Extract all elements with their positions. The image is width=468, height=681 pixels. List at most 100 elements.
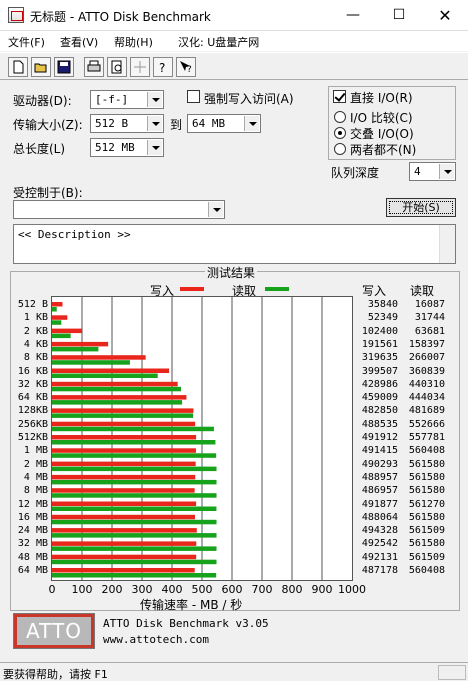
- chart-svg: [52, 297, 323, 580]
- chevron-down-icon[interactable]: [244, 116, 259, 131]
- write-bar: [52, 328, 82, 334]
- read-value: 63681: [414, 325, 445, 337]
- row-label: 16 KB: [17, 365, 48, 377]
- read-bar: [52, 440, 216, 445]
- read-bar: [52, 373, 158, 378]
- read-value: 440310: [408, 378, 445, 390]
- row-label: 4 KB: [23, 338, 48, 350]
- write-value: 491912: [361, 432, 398, 443]
- row-label: 1 KB: [23, 312, 48, 324]
- write-value: 102400: [361, 325, 398, 337]
- overlap-io-radio[interactable]: [334, 127, 346, 139]
- read-value: 552666: [408, 418, 445, 430]
- write-bar: [52, 368, 170, 373]
- help-icon[interactable]: ?: [153, 57, 173, 77]
- read-value: 561270: [408, 498, 445, 510]
- transfer-size-to-select[interactable]: 64 MB: [187, 114, 261, 133]
- maximize-button[interactable]: ☐: [376, 0, 422, 31]
- row-label: 2 KB: [23, 325, 48, 337]
- open-folder-icon[interactable]: [31, 57, 51, 77]
- read-bar: [52, 479, 217, 485]
- write-value: 492542: [361, 538, 398, 550]
- print-icon[interactable]: [84, 57, 104, 77]
- minimize-button[interactable]: —: [330, 0, 376, 31]
- x-tick-label: 900: [311, 583, 333, 596]
- save-icon[interactable]: [54, 57, 74, 77]
- context-help-icon[interactable]: ?: [176, 57, 196, 77]
- write-value: 488957: [361, 471, 398, 483]
- app-icon: [8, 7, 24, 23]
- website-link[interactable]: www.attotech.com: [103, 633, 209, 646]
- close-button[interactable]: ✕: [422, 0, 468, 31]
- controlled-by-label: 受控制于(B):: [13, 186, 83, 200]
- neither-radio[interactable]: [334, 143, 346, 155]
- read-value: 561580: [408, 511, 445, 523]
- start-button[interactable]: 开始(S): [386, 198, 456, 217]
- write-legend-swatch: [180, 287, 204, 291]
- title-bar: 无标题 - ATTO Disk Benchmark — ☐ ✕: [0, 0, 468, 31]
- controlled-by-select[interactable]: [13, 200, 225, 219]
- row-label: 32 KB: [17, 378, 48, 390]
- read-value: 561509: [408, 551, 445, 563]
- write-value: 487178: [361, 565, 398, 576]
- window-title: 无标题 - ATTO Disk Benchmark: [30, 10, 211, 24]
- row-label: 32 MB: [17, 538, 48, 550]
- chevron-down-icon[interactable]: [208, 202, 223, 217]
- row-label: 24 MB: [17, 525, 48, 537]
- read-bar: [52, 400, 183, 405]
- row-label: 64 KB: [17, 392, 48, 404]
- menu-help[interactable]: 帮助(H): [114, 34, 153, 50]
- read-value: 561580: [408, 458, 445, 470]
- chevron-down-icon[interactable]: [147, 92, 162, 107]
- queue-depth-label: 队列深度: [331, 166, 380, 180]
- write-bar: [52, 488, 195, 493]
- row-label: 128KB: [17, 405, 48, 417]
- write-bar: [52, 302, 63, 307]
- io-compare-radio[interactable]: [334, 111, 346, 123]
- status-pane: [438, 665, 466, 680]
- row-label: 512 B: [17, 299, 48, 310]
- force-write-checkbox[interactable]: [187, 90, 200, 103]
- menu-bar: 文件(F) 查看(V) 帮助(H) 汉化: U盘量产网: [0, 31, 468, 51]
- chevron-down-icon[interactable]: [147, 140, 162, 155]
- write-bar: [52, 501, 197, 506]
- menu-localization[interactable]: 汉化: U盘量产网: [178, 34, 259, 50]
- move-icon[interactable]: [130, 57, 150, 77]
- row-label: 48 MB: [17, 551, 48, 563]
- chevron-down-icon[interactable]: [147, 116, 162, 131]
- total-length-select[interactable]: 512 MB: [90, 138, 164, 157]
- x-axis-label: 传输速率 - MB / 秒: [140, 598, 243, 612]
- write-value: 191561: [361, 338, 398, 350]
- write-bar: [52, 514, 195, 520]
- print-preview-icon[interactable]: [107, 57, 127, 77]
- to-label: 到: [170, 118, 183, 132]
- new-file-icon[interactable]: [8, 57, 28, 77]
- read-bar: [52, 493, 217, 498]
- write-column-header: 写入: [362, 284, 387, 298]
- write-bar: [52, 568, 195, 573]
- chevron-down-icon[interactable]: [439, 164, 454, 179]
- read-value: 557781: [408, 432, 445, 443]
- menu-view[interactable]: 查看(V): [60, 34, 98, 50]
- read-value: 266007: [408, 352, 445, 364]
- read-value: 561509: [408, 525, 445, 537]
- description-box[interactable]: << Description >>: [13, 224, 456, 264]
- read-bar: [52, 466, 217, 472]
- drive-select[interactable]: [-f-]: [90, 90, 164, 109]
- write-bar: [52, 474, 196, 480]
- read-value: 560408: [408, 565, 445, 576]
- total-length-label: 总长度(L): [13, 142, 66, 156]
- menu-file[interactable]: 文件(F): [8, 34, 45, 50]
- read-legend-swatch: [265, 287, 289, 291]
- description-scrollbar[interactable]: [439, 225, 455, 263]
- read-bar: [52, 333, 71, 339]
- write-bar: [52, 395, 187, 400]
- write-value: 488064: [361, 511, 398, 523]
- queue-depth-select[interactable]: 4: [409, 162, 456, 181]
- write-value: 319635: [361, 352, 398, 364]
- read-value: 444034: [408, 392, 445, 404]
- status-text: 要获得帮助，请按 F1: [3, 668, 108, 681]
- transfer-size-from-select[interactable]: 512 B: [90, 114, 164, 133]
- row-label: 256KB: [17, 418, 48, 430]
- write-value: 488535: [361, 418, 398, 430]
